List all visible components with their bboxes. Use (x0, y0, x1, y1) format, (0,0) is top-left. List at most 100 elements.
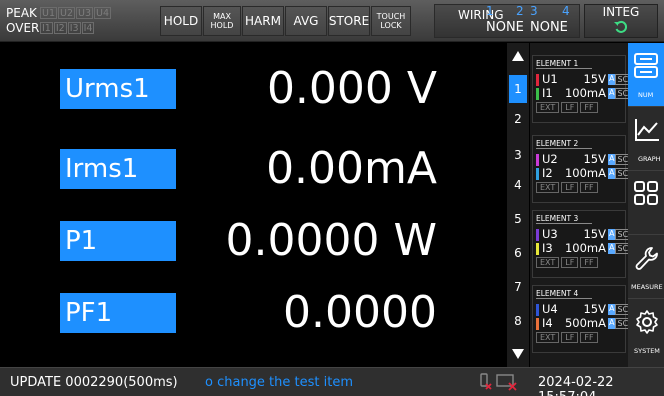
measurement-label[interactable]: P1 (60, 221, 176, 261)
current-range: 100mA (564, 241, 606, 255)
element-panel: ELEMENT 1 U1 15V A SC I1 100mA A SC EXT … (530, 43, 631, 367)
measurement-label[interactable]: Urms1 (60, 69, 176, 109)
over-channel-i3: I3 (67, 21, 81, 34)
ext-option: EXT (536, 257, 560, 268)
auto-range-badge: A (608, 88, 616, 99)
scroll-down-arrow-icon[interactable] (512, 349, 524, 359)
avg-button-label: AVG (293, 14, 319, 28)
measure-label: MEASURE (631, 283, 663, 291)
measurement-value: 0.0000 (283, 287, 437, 338)
filter-options: EXT LF FF (536, 332, 600, 343)
element-card-3[interactable]: ELEMENT 3 U3 15V A SC I3 100mA A SC EXT … (532, 210, 631, 278)
auto-range-badge: A (608, 168, 616, 179)
status-message: o change the test item (205, 375, 353, 390)
voltage-name: U3 (542, 227, 558, 241)
page-button-8[interactable]: 8 (509, 307, 527, 335)
current-line: I4 500mA A SC (536, 317, 631, 330)
max-hold-label-line1: MAX (213, 12, 231, 21)
voltage-line: U3 15V A SC (536, 227, 631, 241)
hold-button[interactable]: HOLD (160, 6, 202, 36)
peak-over-indicator: PEAK U1 U2 U3 U4 OVER I1 I2 I3 I4 (6, 5, 112, 35)
page-button-4[interactable]: 4 (509, 171, 527, 199)
page-selector: 1 2 3 4 5 6 7 8 (507, 43, 529, 367)
over-channel-i1: I1 (40, 21, 53, 34)
grid-icon (634, 181, 658, 205)
usb-disconnected-icon (480, 373, 492, 390)
measurement-label[interactable]: PF1 (60, 293, 176, 333)
lf-option: LF (561, 332, 579, 343)
ff-option: FF (580, 332, 598, 343)
measure-function-button[interactable]: MEASURE (628, 235, 664, 299)
hold-button-label: HOLD (163, 14, 199, 28)
auto-range-badge: A (608, 304, 616, 315)
touch-lock-label-line1: TOUCH (376, 12, 406, 21)
system-function-button[interactable]: SYSTEM (628, 299, 664, 363)
voltage-color-bar (536, 153, 539, 166)
voltage-color-bar (536, 73, 539, 86)
current-name: I1 (542, 86, 553, 100)
auto-range-badge: A (608, 229, 616, 240)
peak-channel-u3: U3 (76, 6, 93, 19)
page-button-2[interactable]: 2 (509, 105, 527, 133)
voltage-line: U1 15V A SC (536, 73, 631, 86)
lf-option: LF (561, 182, 579, 193)
avg-button[interactable]: AVG (285, 6, 327, 36)
voltage-range: 15V (583, 302, 606, 316)
auto-range-badge: A (608, 154, 616, 165)
function-column: NUM GRAPH MEASURE SYSTEM (628, 43, 664, 367)
current-range: 100mA (564, 166, 606, 180)
current-name: I2 (542, 166, 553, 180)
integ-button[interactable]: INTEG (584, 4, 658, 38)
harm-button[interactable]: HARM (242, 6, 284, 36)
wiring-number-1: 1 (486, 4, 494, 18)
measurement-value: 0.00mA (266, 143, 437, 194)
status-icons (478, 373, 518, 391)
element-card-1[interactable]: ELEMENT 1 U1 15V A SC I1 100mA A SC EXT … (532, 55, 631, 123)
graph-function-button[interactable]: GRAPH (628, 107, 664, 171)
wrench-icon (635, 247, 658, 270)
store-button[interactable]: STORE (328, 6, 370, 36)
top-toolbar: PEAK U1 U2 U3 U4 OVER I1 I2 I3 I4 HOLD M… (0, 0, 664, 42)
wiring-number-2: 2 (516, 4, 524, 18)
page-button-7[interactable]: 7 (509, 273, 527, 301)
auto-range-badge: A (608, 74, 616, 85)
voltage-line: U2 15V A SC (536, 152, 631, 166)
page-button-3[interactable]: 3 (509, 141, 527, 169)
scroll-up-arrow-icon[interactable] (512, 51, 524, 61)
measurement-row[interactable]: P1 0.0000 W (0, 207, 507, 287)
over-channel-i2: I2 (53, 21, 67, 34)
integ-label: INTEG (602, 5, 640, 19)
filter-options: EXT LF FF (536, 257, 600, 268)
measurement-row[interactable]: Irms1 0.00mA (0, 135, 507, 215)
peak-channel-u4: U4 (94, 6, 111, 19)
grid-function-button[interactable] (628, 171, 664, 235)
num-function-button[interactable]: NUM (628, 43, 664, 107)
element-card-4[interactable]: ELEMENT 4 U4 15V A SC I4 500mA A SC EXT … (532, 285, 631, 353)
over-label: OVER (6, 20, 40, 35)
voltage-line: U4 15V A SC (536, 302, 631, 316)
page-button-6[interactable]: 6 (509, 239, 527, 267)
network-disconnected-icon (496, 374, 517, 391)
current-name: I3 (542, 241, 553, 255)
element-title: ELEMENT 1 (536, 59, 593, 69)
element-title: ELEMENT 2 (536, 139, 593, 149)
ext-option: EXT (536, 332, 560, 343)
system-label: SYSTEM (634, 347, 660, 355)
max-hold-button[interactable]: MAX HOLD (203, 6, 241, 36)
update-rate-text: UPDATE 0002290(500ms) (10, 375, 178, 390)
auto-range-badge: A (608, 243, 616, 254)
measurement-row[interactable]: Urms1 0.000 V (0, 55, 507, 135)
current-color-bar (536, 242, 539, 255)
element-card-2[interactable]: ELEMENT 2 U2 15V A SC I2 100mA A SC EXT … (532, 135, 631, 203)
auto-range-badge: A (608, 318, 616, 329)
measurement-value: 0.000 V (266, 63, 437, 114)
wiring-value-1: NONE (486, 20, 524, 35)
filter-options: EXT LF FF (536, 182, 600, 193)
voltage-name: U2 (542, 152, 558, 166)
measurement-row[interactable]: PF1 0.0000 (0, 279, 507, 359)
measurement-label[interactable]: Irms1 (60, 149, 176, 189)
page-button-5[interactable]: 5 (509, 205, 527, 233)
page-button-1[interactable]: 1 (509, 75, 527, 103)
touch-lock-button[interactable]: TOUCH LOCK (371, 6, 411, 36)
element-title: ELEMENT 4 (536, 289, 593, 299)
